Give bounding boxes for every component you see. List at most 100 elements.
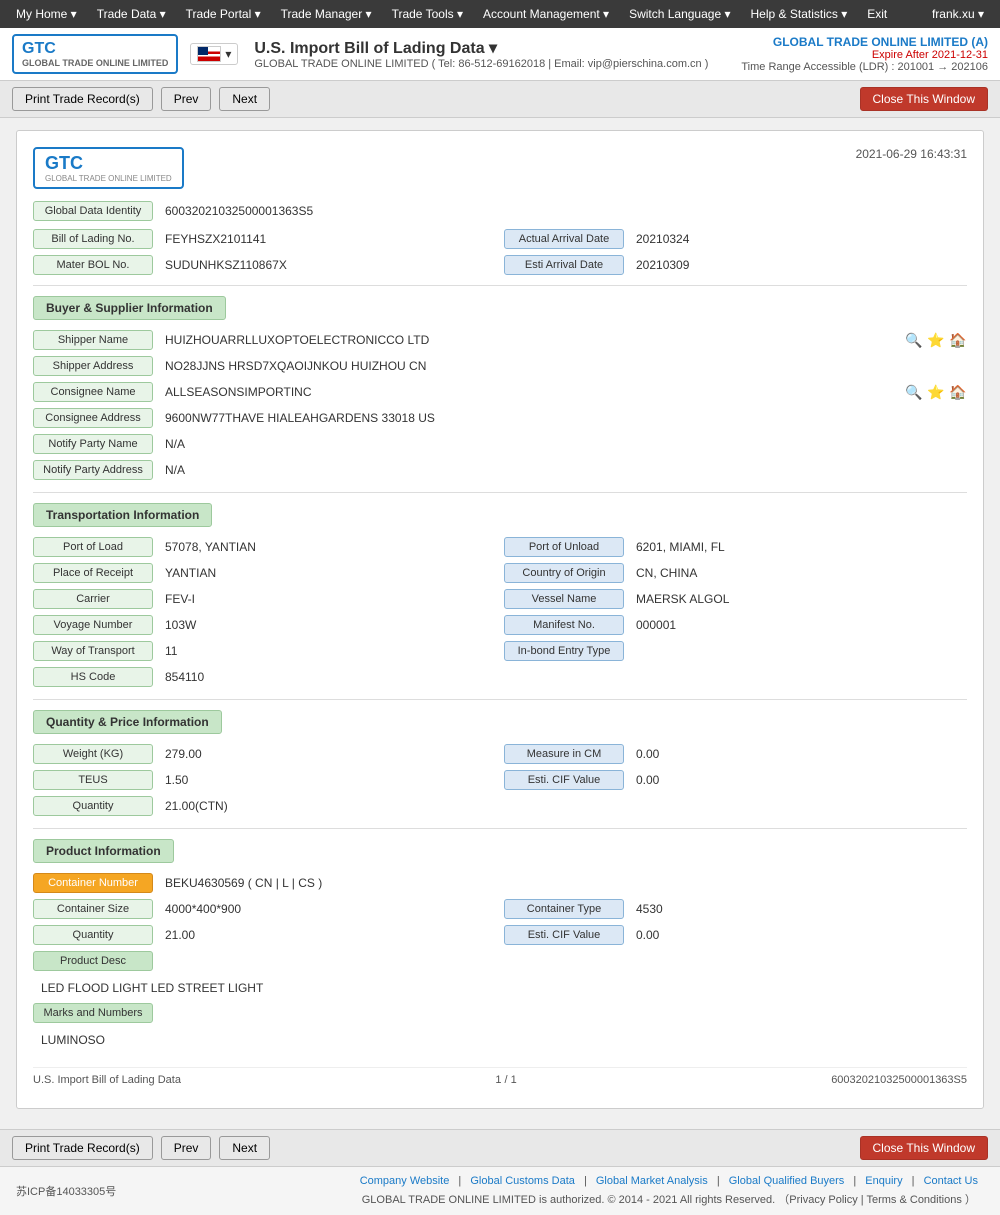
bol-value: FEYHSZX2101141 xyxy=(159,229,496,249)
bottom-toolbar: Print Trade Record(s) Prev Next Close Th… xyxy=(0,1129,1000,1166)
mater-bol-value: SUDUNHKSZ110867X xyxy=(159,255,496,275)
esti-cif-group: Esti. CIF Value 0.00 xyxy=(504,770,967,790)
next-button-top[interactable]: Next xyxy=(219,87,270,111)
esti-cif-value: 0.00 xyxy=(630,770,967,790)
teus-group: TEUS 1.50 xyxy=(33,770,496,790)
prev-button-top[interactable]: Prev xyxy=(161,87,212,111)
consignee-address-label: Consignee Address xyxy=(33,408,153,428)
top-navigation: My Home ▾ Trade Data ▾ Trade Portal ▾ Tr… xyxy=(0,0,1000,28)
container-size-type-row: Container Size 4000*400*900 Container Ty… xyxy=(33,899,967,919)
bol-label: Bill of Lading No. xyxy=(33,229,153,249)
container-number-row: Container Number BEKU4630569 ( CN | L | … xyxy=(33,873,967,893)
nav-my-home[interactable]: My Home ▾ xyxy=(8,3,85,25)
footer-company-website[interactable]: Company Website xyxy=(360,1175,450,1187)
card-logo-sub: GLOBAL TRADE ONLINE LIMITED xyxy=(45,174,172,183)
footer-qualified-buyers[interactable]: Global Qualified Buyers xyxy=(729,1175,845,1187)
close-button-top[interactable]: Close This Window xyxy=(860,87,988,111)
page-count: 1 / 1 xyxy=(495,1074,516,1086)
teus-cif-row: TEUS 1.50 Esti. CIF Value 0.00 xyxy=(33,770,967,790)
actual-arrival-value: 20210324 xyxy=(630,229,967,249)
nav-trade-tools[interactable]: Trade Tools ▾ xyxy=(384,3,471,25)
top-toolbar: Print Trade Record(s) Prev Next Close Th… xyxy=(0,81,1000,118)
container-type-value: 4530 xyxy=(630,899,967,919)
next-button-bottom[interactable]: Next xyxy=(219,1136,270,1160)
container-type-label: Container Type xyxy=(504,899,624,919)
flag-selector[interactable]: ▾ xyxy=(190,43,238,65)
shipper-name-value: HUIZHOUARRLLUXOPTOELECTRONICCO LTD xyxy=(159,330,899,350)
product-desc-label-row: Product Desc xyxy=(33,951,967,971)
nav-exit[interactable]: Exit xyxy=(859,3,895,25)
logo-area: GTC GLOBAL TRADE ONLINE LIMITED ▾ xyxy=(12,34,254,74)
product-qty-value: 21.00 xyxy=(159,925,496,945)
header-right: GLOBAL TRADE ONLINE LIMITED (A) Expire A… xyxy=(741,35,988,73)
home-icon-consignee[interactable]: 🏠 xyxy=(949,383,967,401)
quantity-price-header: Quantity & Price Information xyxy=(33,710,222,734)
manifest-no-group: Manifest No. 000001 xyxy=(504,615,967,635)
shipper-name-row: Shipper Name HUIZHOUARRLLUXOPTOELECTRONI… xyxy=(33,330,967,350)
container-size-label: Container Size xyxy=(33,899,153,919)
print-button-top[interactable]: Print Trade Record(s) xyxy=(12,87,153,111)
inbond-value xyxy=(630,648,967,654)
container-size-value: 4000*400*900 xyxy=(159,899,496,919)
shipper-address-label: Shipper Address xyxy=(33,356,153,376)
place-receipt-value: YANTIAN xyxy=(159,563,496,583)
container-type-group: Container Type 4530 xyxy=(504,899,967,919)
notify-party-name-row: Notify Party Name N/A xyxy=(33,434,967,454)
page-title-bottom: U.S. Import Bill of Lading Data xyxy=(33,1074,181,1086)
teus-label: TEUS xyxy=(33,770,153,790)
hs-code-row: HS Code 854110 xyxy=(33,667,967,687)
nav-help-statistics[interactable]: Help & Statistics ▾ xyxy=(743,3,856,25)
prev-button-bottom[interactable]: Prev xyxy=(161,1136,212,1160)
measure-label: Measure in CM xyxy=(504,744,624,764)
notify-party-name-value: N/A xyxy=(159,434,967,454)
footer-links: Company Website | Global Customs Data | … xyxy=(354,1175,984,1187)
search-icon-shipper[interactable]: 🔍 xyxy=(905,331,923,349)
nav-trade-data[interactable]: Trade Data ▾ xyxy=(89,3,174,25)
measure-group: Measure in CM 0.00 xyxy=(504,744,967,764)
footer-enquiry[interactable]: Enquiry xyxy=(865,1175,902,1187)
user-menu[interactable]: frank.xu ▾ xyxy=(932,7,992,21)
manifest-no-label: Manifest No. xyxy=(504,615,624,635)
bol-group: Bill of Lading No. FEYHSZX2101141 xyxy=(33,229,496,249)
carrier-group: Carrier FEV-I xyxy=(33,589,496,609)
port-load-group: Port of Load 57078, YANTIAN xyxy=(33,537,496,557)
product-qty-cif-row: Quantity 21.00 Esti. CIF Value 0.00 xyxy=(33,925,967,945)
port-unload-value: 6201, MIAMI, FL xyxy=(630,537,967,557)
home-icon-shipper[interactable]: 🏠 xyxy=(949,331,967,349)
footer-customs-data[interactable]: Global Customs Data xyxy=(470,1175,575,1187)
consignee-name-label: Consignee Name xyxy=(33,382,153,402)
product-qty-group: Quantity 21.00 xyxy=(33,925,496,945)
consignee-name-row: Consignee Name ALLSEASONSIMPORTINC 🔍 ⭐ 🏠 xyxy=(33,382,967,402)
shipper-address-row: Shipper Address NO28JJNS HRSD7XQAOIJNKOU… xyxy=(33,356,967,376)
star-icon-consignee[interactable]: ⭐ xyxy=(927,383,945,401)
transport-inbond-row: Way of Transport 11 In-bond Entry Type xyxy=(33,641,967,661)
search-icon-consignee[interactable]: 🔍 xyxy=(905,383,923,401)
teus-value: 1.50 xyxy=(159,770,496,790)
expire-date: Expire After 2021-12-31 xyxy=(741,49,988,61)
nav-trade-portal[interactable]: Trade Portal ▾ xyxy=(178,3,269,25)
product-header: Product Information xyxy=(33,839,174,863)
nav-switch-language[interactable]: Switch Language ▾ xyxy=(621,3,738,25)
consignee-address-row: Consignee Address 9600NW77THAVE HIALEAHG… xyxy=(33,408,967,428)
nav-trade-manager[interactable]: Trade Manager ▾ xyxy=(273,3,380,25)
quantity-label: Quantity xyxy=(33,796,153,816)
port-row: Port of Load 57078, YANTIAN Port of Unlo… xyxy=(33,537,967,557)
notify-party-address-label: Notify Party Address xyxy=(33,460,153,480)
mater-bol-group: Mater BOL No. SUDUNHKSZ110867X xyxy=(33,255,496,275)
consignee-address-value: 9600NW77THAVE HIALEAHGARDENS 33018 US xyxy=(159,408,967,428)
hs-code-label: HS Code xyxy=(33,667,153,687)
port-unload-label: Port of Unload xyxy=(504,537,624,557)
consignee-name-value: ALLSEASONSIMPORTINC xyxy=(159,382,899,402)
footer-market-analysis[interactable]: Global Market Analysis xyxy=(596,1175,708,1187)
way-transport-group: Way of Transport 11 xyxy=(33,641,496,661)
close-button-bottom[interactable]: Close This Window xyxy=(860,1136,988,1160)
bol-row: Bill of Lading No. FEYHSZX2101141 Actual… xyxy=(33,229,967,249)
footer-contact-us[interactable]: Contact Us xyxy=(924,1175,978,1187)
print-button-bottom[interactable]: Print Trade Record(s) xyxy=(12,1136,153,1160)
place-receipt-label: Place of Receipt xyxy=(33,563,153,583)
footer: 苏ICP备14033305号 Company Website | Global … xyxy=(0,1166,1000,1215)
star-icon-shipper[interactable]: ⭐ xyxy=(927,331,945,349)
nav-account-management[interactable]: Account Management ▾ xyxy=(475,3,617,25)
logo-subtitle: GLOBAL TRADE ONLINE LIMITED xyxy=(22,58,168,68)
voyage-number-label: Voyage Number xyxy=(33,615,153,635)
